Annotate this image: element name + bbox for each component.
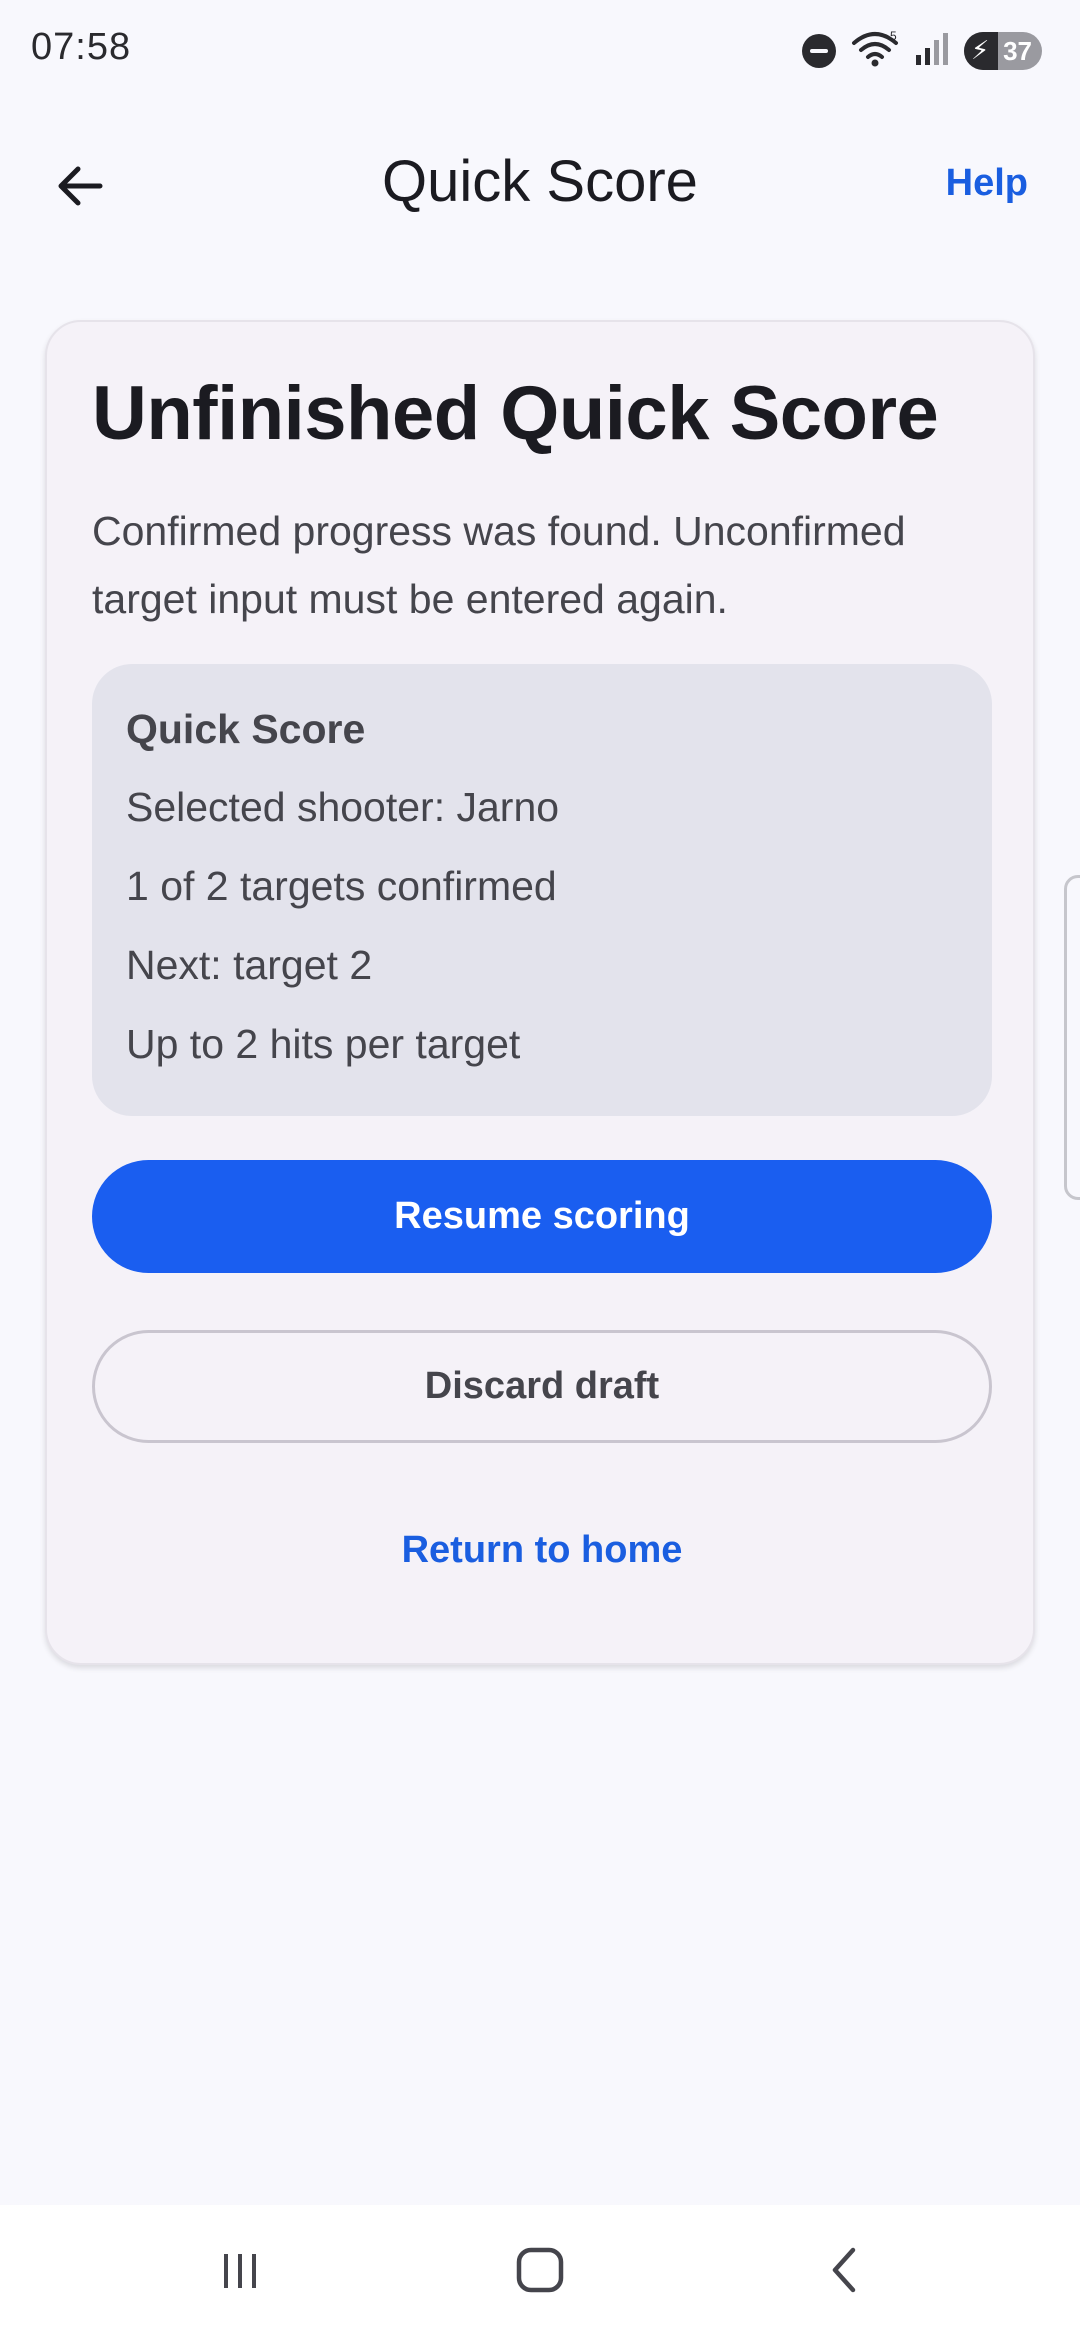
status-bar: 07:58 5 ⚡ 37 (0, 0, 1080, 100)
resume-scoring-button[interactable]: Resume scoring (92, 1160, 992, 1273)
summary-progress: 1 of 2 targets confirmed (126, 863, 557, 909)
recent-apps-icon (216, 2246, 264, 2299)
status-icons: 5 ⚡ 37 (802, 28, 1042, 74)
unfinished-score-card: Unfinished Quick Score Confirmed progres… (45, 320, 1035, 1665)
summary-next-target: Next: target 2 (126, 942, 373, 988)
discard-draft-button[interactable]: Discard draft (92, 1330, 992, 1443)
score-summary: Quick Score Selected shooter: Jarno 1 of… (92, 664, 992, 1116)
return-home-button[interactable]: Return to home (92, 1500, 992, 1600)
summary-title: Quick Score (126, 706, 366, 752)
help-button[interactable]: Help (946, 162, 1028, 205)
nav-back-button[interactable] (785, 2227, 905, 2317)
signal-icon (914, 31, 950, 72)
battery-level: 37 (1003, 35, 1032, 66)
page-title: Quick Score (382, 149, 698, 214)
system-nav-bar (0, 2205, 1080, 2340)
summary-shooter: Selected shooter: Jarno (126, 784, 560, 830)
back-icon (821, 2246, 869, 2299)
home-button[interactable] (480, 2227, 600, 2317)
do-not-disturb-icon (802, 34, 836, 68)
battery-charging-icon: ⚡ 37 (964, 32, 1042, 70)
card-description: Confirmed progress was found. Unconfirme… (92, 508, 906, 622)
card-title: Unfinished Quick Score (92, 371, 939, 456)
summary-hits-limit: Up to 2 hits per target (126, 1021, 521, 1067)
wifi-icon: 5 (850, 29, 900, 74)
svg-text:5: 5 (890, 29, 897, 43)
app-bar: Quick Score Help (0, 120, 1080, 250)
home-icon (514, 2244, 566, 2301)
edge-panel-handle[interactable] (1064, 875, 1080, 1200)
status-time: 07:58 (31, 26, 132, 68)
recent-apps-button[interactable] (180, 2227, 300, 2317)
